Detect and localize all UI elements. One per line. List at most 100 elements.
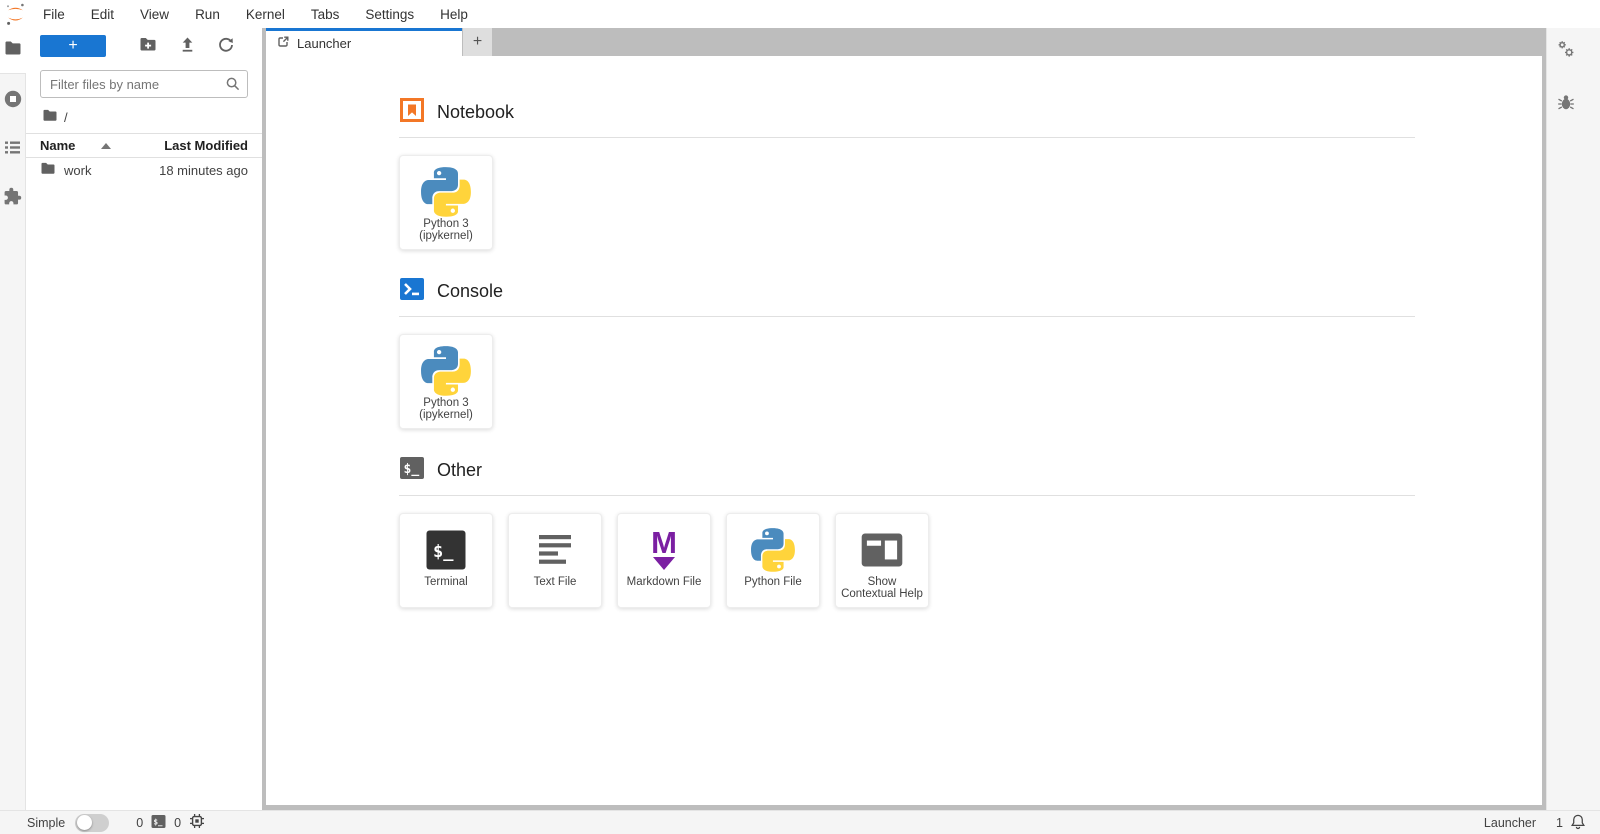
- breadcrumb-root[interactable]: /: [64, 110, 68, 125]
- menu-bar: File Edit View Run Kernel Tabs Settings …: [0, 0, 1600, 28]
- section-title: Other: [437, 460, 483, 480]
- card-label: Python File: [744, 576, 802, 588]
- menu-help[interactable]: Help: [427, 2, 481, 27]
- launcher-card-console-python3[interactable]: Python 3 (ipykernel): [399, 334, 493, 429]
- new-launcher-button[interactable]: +: [40, 35, 106, 57]
- file-last-modified: 18 minutes ago: [159, 162, 248, 178]
- notifications-button[interactable]: [1570, 813, 1586, 833]
- menu-kernel[interactable]: Kernel: [233, 2, 298, 27]
- toggle-knob: [77, 815, 93, 830]
- python-icon: [751, 514, 795, 576]
- new-folder-button[interactable]: [137, 35, 159, 57]
- section-title: Console: [437, 281, 504, 301]
- sidebar-tab-table-of-contents[interactable]: [0, 127, 26, 173]
- svg-text:$_: $_: [404, 462, 420, 477]
- svg-text:$_: $_: [433, 542, 454, 562]
- markdown-icon: M: [651, 514, 677, 576]
- launcher-card-python-file[interactable]: Python File: [726, 513, 820, 608]
- simple-mode-toggle[interactable]: [75, 813, 110, 832]
- card-label: Python 3 (ipykernel): [419, 218, 473, 243]
- notebook-icon: [399, 97, 425, 128]
- search-icon: [225, 76, 241, 97]
- file-name: work: [64, 162, 92, 178]
- column-header-last-modified[interactable]: Last Modified: [164, 138, 248, 153]
- simple-mode-label: Simple: [27, 815, 66, 830]
- main-area: + Filter files by name / Name Last Modif…: [0, 28, 1600, 810]
- sort-ascending-icon: [101, 142, 112, 149]
- tab-bar: Launcher +: [266, 28, 1542, 56]
- menu-settings[interactable]: Settings: [352, 2, 427, 27]
- menu-edit[interactable]: Edit: [78, 2, 127, 27]
- file-browser-toolbar: +: [26, 28, 262, 62]
- breadcrumb: /: [26, 98, 262, 133]
- puzzle-icon: [3, 187, 22, 211]
- jupyter-logo-icon: [0, 3, 30, 26]
- menu-run[interactable]: Run: [182, 2, 233, 27]
- card-label: Show Contextual Help: [841, 576, 923, 601]
- file-row-work[interactable]: work 18 minutes ago: [26, 158, 262, 182]
- status-bar: Simple 0 $_ 0 Launcher 1: [0, 810, 1600, 834]
- launcher-section-console: Console Python 3 (ipykernel): [399, 276, 1415, 429]
- bug-icon: [1557, 95, 1575, 115]
- sidebar-tab-running[interactable]: [0, 78, 26, 124]
- python-icon: [421, 156, 471, 218]
- terminal-icon: $_: [151, 814, 166, 832]
- terminals-count: 0: [136, 815, 144, 830]
- filter-files-input[interactable]: [40, 70, 248, 98]
- current-activity-label[interactable]: Launcher: [1484, 816, 1536, 830]
- launcher-card-markdown-file[interactable]: M Markdown File: [617, 513, 711, 608]
- menu-items: File Edit View Run Kernel Tabs Settings …: [30, 2, 481, 27]
- new-tab-button[interactable]: +: [463, 28, 492, 56]
- sidebar-tab-file-browser[interactable]: [0, 28, 26, 74]
- card-label: Markdown File: [626, 576, 702, 588]
- refresh-button[interactable]: [216, 35, 236, 58]
- sidebar-tab-property-inspector[interactable]: [1557, 40, 1575, 63]
- menu-view[interactable]: View: [127, 2, 182, 27]
- menu-file[interactable]: File: [30, 2, 78, 27]
- launcher-section-other: $_ Other $_ Terminal Text File M Markdow…: [399, 455, 1415, 608]
- tab-label: Launcher: [297, 36, 352, 51]
- upload-button[interactable]: [177, 34, 198, 58]
- launcher-body: Notebook Python 3 (ipykernel) Console Py…: [266, 56, 1542, 805]
- kernel-chip-icon: [189, 813, 205, 832]
- sidebar-tab-debugger[interactable]: [1557, 93, 1575, 116]
- left-activity-bar: [0, 28, 26, 810]
- menu-tabs[interactable]: Tabs: [298, 2, 353, 27]
- folder-icon: [40, 162, 56, 178]
- section-divider: [399, 495, 1415, 496]
- launcher-section-notebook: Notebook Python 3 (ipykernel): [399, 97, 1415, 250]
- launcher-card-terminal[interactable]: $_ Terminal: [399, 513, 493, 608]
- section-divider: [399, 316, 1415, 317]
- section-divider: [399, 137, 1415, 138]
- console-icon: [399, 276, 425, 307]
- python-icon: [421, 335, 471, 397]
- svg-text:$_: $_: [154, 817, 164, 826]
- list-icon: [4, 140, 21, 160]
- gears-icon: [1557, 41, 1575, 62]
- bell-icon: [1570, 813, 1586, 833]
- new-folder-icon: [139, 37, 157, 55]
- tab-launcher[interactable]: Launcher: [266, 28, 462, 56]
- right-activity-bar: [1546, 28, 1600, 810]
- kernels-count: 0: [174, 815, 182, 830]
- file-browser-panel: + Filter files by name / Name Last Modif…: [26, 28, 262, 810]
- launcher-card-text-file[interactable]: Text File: [508, 513, 602, 608]
- breadcrumb-home-folder-icon[interactable]: [42, 109, 58, 125]
- dock-panel: Launcher + Notebook Python 3 (ipykernel)…: [262, 28, 1546, 810]
- sidebar-tab-extensions[interactable]: [0, 176, 26, 222]
- kernels-terminals-status[interactable]: 0 $_ 0: [136, 813, 205, 832]
- card-label: Terminal: [424, 576, 468, 588]
- upload-icon: [179, 36, 196, 56]
- filter-files-container: [40, 70, 248, 98]
- notifications-count: 1: [1556, 815, 1563, 830]
- running-kernels-icon: [4, 90, 22, 113]
- refresh-icon: [218, 37, 234, 56]
- launcher-icon: [276, 35, 290, 52]
- launcher-card-notebook-python3[interactable]: Python 3 (ipykernel): [399, 155, 493, 250]
- file-list-header: Name Last Modified: [26, 133, 262, 158]
- terminal-icon: $_: [399, 455, 425, 486]
- column-name-label: Name: [40, 138, 76, 153]
- launcher-card-show-contextual-help[interactable]: Show Contextual Help: [835, 513, 929, 608]
- terminal-icon: $_: [426, 514, 466, 576]
- column-header-name[interactable]: Name: [40, 138, 112, 153]
